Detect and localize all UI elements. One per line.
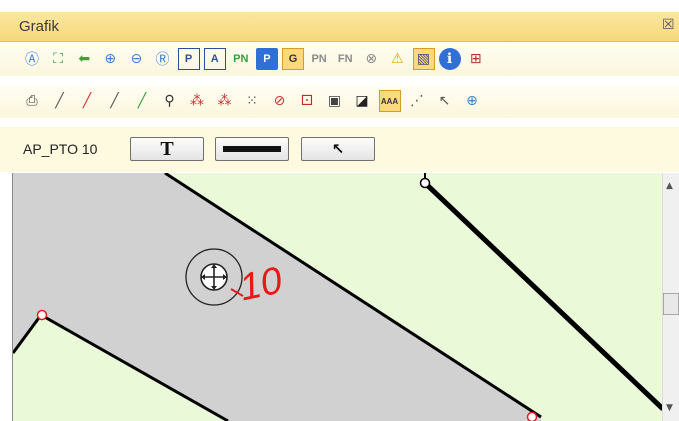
back-arrow-icon[interactable]: ⬅ bbox=[73, 48, 95, 70]
pn-icon[interactable]: PN bbox=[230, 48, 252, 70]
add-layer-icon[interactable]: ⊕ bbox=[461, 90, 483, 112]
map-canvas[interactable]: 10 bbox=[12, 173, 663, 421]
points-move-icon[interactable]: ⁂ bbox=[214, 90, 236, 112]
zoom-r-icon[interactable]: Ⓡ bbox=[152, 48, 174, 70]
hatch-toggle-icon[interactable]: ⋰ bbox=[406, 90, 428, 112]
toolbar-top: Ⓐ ⛶ ⬅ ⊕ ⊖ Ⓡ P A PN P G PN FN ⊗ ⚠ ▧ ℹ ⊞ bbox=[0, 42, 679, 76]
binoculars-icon[interactable]: ⚲ bbox=[159, 90, 181, 112]
toolbar-bottom: ⎙ ╱ ╱ ╱ ╱ ⚲ ⁂ ⁂ ⁙ ⊘ ⚀ ▣ ◪ AAA ⋰ ↖ ⊕ bbox=[0, 84, 679, 118]
grafik-window: Grafik ☒ Ⓐ ⛶ ⬅ ⊕ ⊖ Ⓡ P A PN P G PN FN ⊗ ⚠ ▧ ℹ ⊞ ⎙ ╱ ╱ ╱ ╱ ⚲ ⁂ ⁂ ⁙… bbox=[0, 0, 679, 421]
road-vertex-point[interactable] bbox=[419, 177, 431, 189]
point-id-label: AP_PTO 10 bbox=[23, 141, 98, 157]
scroll-thumb[interactable] bbox=[663, 293, 679, 315]
zoom-in-icon[interactable]: ⊕ bbox=[99, 48, 121, 70]
text-t-icon: T bbox=[160, 137, 174, 160]
frame-p-icon[interactable]: P bbox=[177, 48, 200, 70]
scroll-up-icon[interactable]: ▲ bbox=[666, 181, 673, 191]
hatch-icon[interactable]: ▧ bbox=[412, 48, 435, 70]
scroll-down-icon[interactable]: ▼ bbox=[666, 403, 673, 413]
window-title: Grafik bbox=[19, 18, 60, 35]
line-add-icon[interactable]: ╱ bbox=[131, 90, 153, 112]
dot-grid-icon[interactable]: ⁙ bbox=[241, 90, 263, 112]
vertex-point-bottom[interactable] bbox=[526, 411, 538, 421]
zoom-extent-icon[interactable]: ⛶ bbox=[47, 48, 69, 70]
zoom-out-icon[interactable]: ⊖ bbox=[125, 48, 147, 70]
traffic-light-icon[interactable]: ⚀ bbox=[296, 90, 318, 112]
line-delete-icon[interactable]: ╱ bbox=[76, 90, 98, 112]
close-icon[interactable]: ☒ bbox=[662, 17, 676, 33]
pn-gray-icon[interactable]: PN bbox=[308, 48, 330, 70]
point-number-label: 10 bbox=[236, 260, 286, 310]
info-icon[interactable]: ℹ bbox=[438, 48, 461, 70]
line-icon[interactable]: ╱ bbox=[49, 90, 71, 112]
cancel-circle-icon[interactable]: ⊗ bbox=[360, 48, 382, 70]
zoom-a-icon[interactable]: Ⓐ bbox=[21, 48, 43, 70]
map-svg[interactable]: 10 bbox=[13, 173, 663, 421]
parking-p-icon[interactable]: P bbox=[255, 48, 278, 70]
frame-a-icon[interactable]: A bbox=[203, 48, 226, 70]
pointer-icon[interactable]: ↖ bbox=[434, 90, 456, 112]
line-move-icon[interactable]: ╱ bbox=[104, 90, 126, 112]
points-red-icon[interactable]: ⁂ bbox=[186, 90, 208, 112]
contrast-icon[interactable]: ◪ bbox=[351, 90, 373, 112]
vertex-point[interactable] bbox=[36, 309, 48, 321]
grid-dots-icon[interactable]: ⊞ bbox=[465, 48, 487, 70]
no-draw-icon[interactable]: ⊘ bbox=[269, 90, 291, 112]
frame-g-icon[interactable]: G bbox=[282, 48, 304, 70]
text-aaa-icon[interactable]: AAA bbox=[378, 90, 401, 112]
text-style-button[interactable]: T bbox=[130, 137, 204, 161]
command-bar: AP_PTO 10 T ↖ bbox=[0, 127, 679, 172]
point-square-icon[interactable]: ▣ bbox=[324, 90, 346, 112]
fn-gray-icon[interactable]: FN bbox=[334, 48, 356, 70]
line-style-icon bbox=[223, 146, 281, 152]
print-icon[interactable]: ⎙ bbox=[21, 90, 43, 112]
line-style-button[interactable] bbox=[215, 137, 289, 161]
pointer-style-button[interactable]: ↖ bbox=[301, 137, 375, 161]
arrow-nw-icon: ↖ bbox=[331, 140, 345, 158]
vertical-scrollbar[interactable]: ▲ ▼ bbox=[662, 173, 679, 421]
warning-icon[interactable]: ⚠ bbox=[386, 48, 408, 70]
title-bar: Grafik ☒ bbox=[0, 12, 679, 42]
